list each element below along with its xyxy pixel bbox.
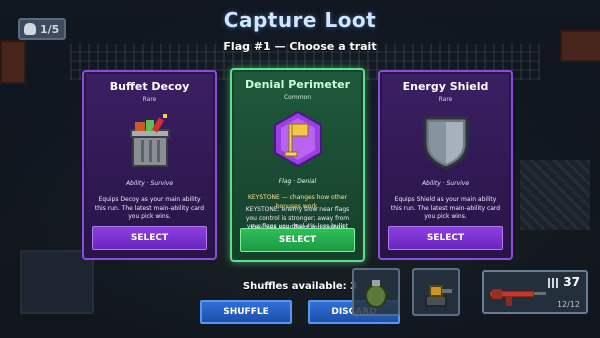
select-button[interactable]: SELECT [388,226,503,250]
ammo-count: 37 [563,275,580,289]
weapon-slot[interactable]: 37 12/12 [482,270,588,314]
flag-gem-icon [273,110,322,168]
card-tags: Ability · Survive [125,180,174,187]
trash-can-decoy-icon [129,114,170,167]
ammo-icon [548,278,558,288]
select-button[interactable]: SELECT [92,226,207,250]
trait-card-energy-shield[interactable]: Energy Shield Rare Ability · Survive Equ… [378,70,513,260]
page-title: Capture Loot [223,8,377,32]
ammo-clip: 12/12 [556,300,580,309]
grenade-slot[interactable] [352,268,400,316]
card-title: Buffet Decoy [109,80,190,93]
page-subtitle: Flag #1 — Choose a trait [223,40,377,53]
card-rarity: Rare [142,96,157,103]
select-button[interactable]: SELECT [240,228,355,252]
grenade-icon [365,280,387,308]
card-rarity: Rare [438,96,453,103]
turret-icon [425,285,452,307]
card-title: Energy Shield [402,80,489,93]
card-rarity: Common [283,94,312,101]
card-tags: Ability · Survive [421,180,470,187]
shield-icon [423,116,468,170]
card-description: Equips Decoy as your main ability this r… [94,196,205,221]
card-tags: Flag · Denial [278,178,317,185]
card-title: Denial Perimeter [245,78,350,91]
trait-card-denial-perimeter[interactable]: Denial Perimeter Common Flag · Denial KE… [230,68,365,262]
card-description: Equips Shield as your main ability this … [390,196,501,221]
rifle-icon [489,289,546,306]
trait-card-buffet-decoy[interactable]: Buffet Decoy Rare Ability · Survive Equi… [82,70,217,260]
shuffle-button[interactable]: SHUFFLE [200,300,292,324]
turret-slot[interactable] [412,268,460,316]
